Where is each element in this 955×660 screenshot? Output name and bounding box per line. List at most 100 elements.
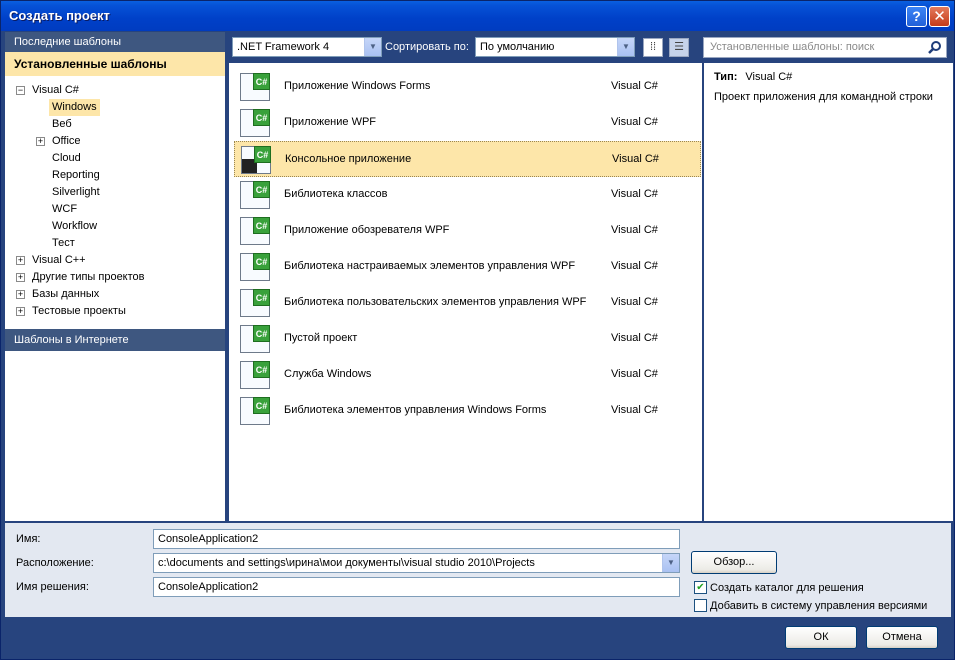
expand-icon[interactable]: +: [16, 256, 25, 265]
template-item[interactable]: C# Консольное приложение Visual C#: [234, 141, 701, 177]
recent-templates-header[interactable]: Последние шаблоны: [5, 32, 225, 52]
type-label: Тип:: [714, 71, 738, 83]
create-directory-label: Создать каталог для решения: [710, 582, 864, 594]
template-item[interactable]: C# Пустой проект Visual C#: [234, 321, 701, 357]
template-language: Visual C#: [611, 404, 658, 416]
add-source-control-label: Добавить в систему управления версиями: [710, 600, 928, 612]
tree-item-label: Базы данных: [32, 288, 100, 300]
framework-select[interactable]: .NET Framework 4 ▼: [232, 37, 382, 57]
csharp-template-icon: C#: [240, 73, 270, 101]
template-language: Visual C#: [611, 116, 658, 128]
close-button[interactable]: ✕: [929, 6, 950, 27]
template-type: Тип: Visual C#: [714, 71, 943, 91]
template-search-input[interactable]: Установленные шаблоны: поиск: [703, 37, 947, 58]
location-select-value: c:\documents and settings\ирина\мои доку…: [158, 557, 535, 569]
small-icons-view-button[interactable]: ⁞⁞: [643, 38, 663, 57]
expand-icon[interactable]: +: [36, 137, 45, 146]
template-item[interactable]: C# Приложение Windows Forms Visual C#: [234, 69, 701, 105]
csharp-template-icon: C#: [240, 253, 270, 281]
browse-button[interactable]: Обзор...: [691, 551, 777, 574]
csharp-template-icon: C#: [240, 361, 270, 389]
tree-item[interactable]: Reporting: [5, 167, 225, 184]
template-item[interactable]: C# Библиотека пользовательских элементов …: [234, 285, 701, 321]
tree-item[interactable]: − Visual C#: [5, 82, 225, 99]
template-language: Visual C#: [611, 260, 658, 272]
template-item[interactable]: C# Библиотека элементов управления Window…: [234, 393, 701, 429]
dropdown-arrow-icon: ▼: [662, 554, 679, 572]
tree-item-label: Workflow: [52, 220, 98, 232]
template-name: Приложение обозревателя WPF: [284, 224, 450, 236]
csharp-template-icon: C#: [241, 146, 271, 174]
template-categories-pane: Последние шаблоны Установленные шаблоны …: [5, 32, 225, 521]
template-toolbar: .NET Framework 4 ▼ Сортировать по: По ум…: [229, 37, 953, 59]
cancel-button[interactable]: Отмена: [866, 626, 938, 649]
collapse-icon[interactable]: −: [16, 86, 25, 95]
tree-item-label: Тест: [52, 237, 75, 249]
template-language: Visual C#: [611, 188, 658, 200]
tree-item[interactable]: Тест: [5, 235, 225, 252]
template-item[interactable]: C# Библиотека настраиваемых элементов упр…: [234, 249, 701, 285]
template-name: Консольное приложение: [285, 153, 412, 165]
tree-item[interactable]: + Тестовые проекты: [5, 303, 225, 320]
tree-item[interactable]: Silverlight: [5, 184, 225, 201]
online-templates-header[interactable]: Шаблоны в Интернете: [5, 329, 225, 351]
dropdown-arrow-icon: ▼: [364, 38, 381, 56]
tree-item-label: Другие типы проектов: [32, 271, 145, 283]
project-settings-form: Имя: ConsoleApplication2 Расположение: c…: [5, 523, 951, 617]
help-button[interactable]: ?: [906, 6, 927, 27]
template-item[interactable]: C# Служба Windows Visual C#: [234, 357, 701, 393]
location-select[interactable]: c:\documents and settings\ирина\мои доку…: [153, 553, 680, 573]
tree-item-label: Windows: [49, 99, 100, 116]
tree-item[interactable]: Cloud: [5, 150, 225, 167]
name-input[interactable]: ConsoleApplication2: [153, 529, 680, 549]
expand-icon[interactable]: +: [16, 307, 25, 316]
template-info-pane: Тип: Visual C# Проект приложения для кома…: [704, 63, 953, 521]
tree-item-label: WCF: [52, 203, 78, 215]
list-view-button[interactable]: ☰: [669, 38, 689, 57]
list-view-icon: ☰: [674, 41, 684, 53]
template-name: Библиотека настраиваемых элементов управ…: [284, 260, 576, 272]
dialog-footer: ОК Отмена: [5, 618, 951, 657]
expand-icon[interactable]: +: [16, 290, 25, 299]
solution-name-label: Имя решения:: [16, 581, 89, 593]
sort-select[interactable]: По умолчанию ▼: [475, 37, 635, 57]
template-item[interactable]: C# Приложение обозревателя WPF Visual C#: [234, 213, 701, 249]
template-tree: − Visual C# Windows Веб + Office Cloud Reportin…: [5, 76, 225, 320]
template-language: Visual C#: [611, 368, 658, 380]
check-icon: ✔: [694, 581, 707, 594]
tree-item[interactable]: + Visual C++: [5, 252, 225, 269]
tree-item[interactable]: WCF: [5, 201, 225, 218]
template-name: Приложение WPF: [284, 116, 377, 128]
template-item[interactable]: C# Библиотека классов Visual C#: [234, 177, 701, 213]
template-name: Пустой проект: [284, 332, 358, 344]
tree-item-label: Office: [52, 135, 81, 147]
template-description: Проект приложения для командной строки: [714, 91, 933, 103]
expand-icon[interactable]: +: [16, 273, 25, 282]
tree-item[interactable]: Workflow: [5, 218, 225, 235]
ok-button[interactable]: ОК: [785, 626, 857, 649]
csharp-template-icon: C#: [240, 217, 270, 245]
tree-item[interactable]: + Другие типы проектов: [5, 269, 225, 286]
title-bar[interactable]: Создать проект ? ✕: [1, 1, 954, 31]
window-title: Создать проект: [9, 8, 110, 23]
tree-item[interactable]: + Базы данных: [5, 286, 225, 303]
tree-item[interactable]: Windows: [5, 99, 225, 116]
tree-item-label: Cloud: [52, 152, 81, 164]
installed-templates-header[interactable]: Установленные шаблоны: [5, 52, 225, 76]
tree-item[interactable]: Веб: [5, 116, 225, 133]
csharp-template-icon: C#: [240, 397, 270, 425]
template-item[interactable]: C# Приложение WPF Visual C#: [234, 105, 701, 141]
tree-item[interactable]: + Office: [5, 133, 225, 150]
search-icon[interactable]: [928, 40, 942, 54]
type-value: Visual C#: [745, 71, 793, 83]
template-name: Библиотека элементов управления Windows …: [284, 404, 547, 416]
name-input-value: ConsoleApplication2: [158, 533, 259, 545]
solution-name-input[interactable]: ConsoleApplication2: [153, 577, 680, 597]
template-language: Visual C#: [612, 153, 659, 165]
csharp-template-icon: C#: [240, 289, 270, 317]
csharp-template-icon: C#: [240, 109, 270, 137]
template-language: Visual C#: [611, 224, 658, 236]
framework-select-value: .NET Framework 4: [237, 41, 330, 53]
template-language: Visual C#: [611, 296, 658, 308]
tree-item-label: Visual C#: [32, 84, 79, 96]
